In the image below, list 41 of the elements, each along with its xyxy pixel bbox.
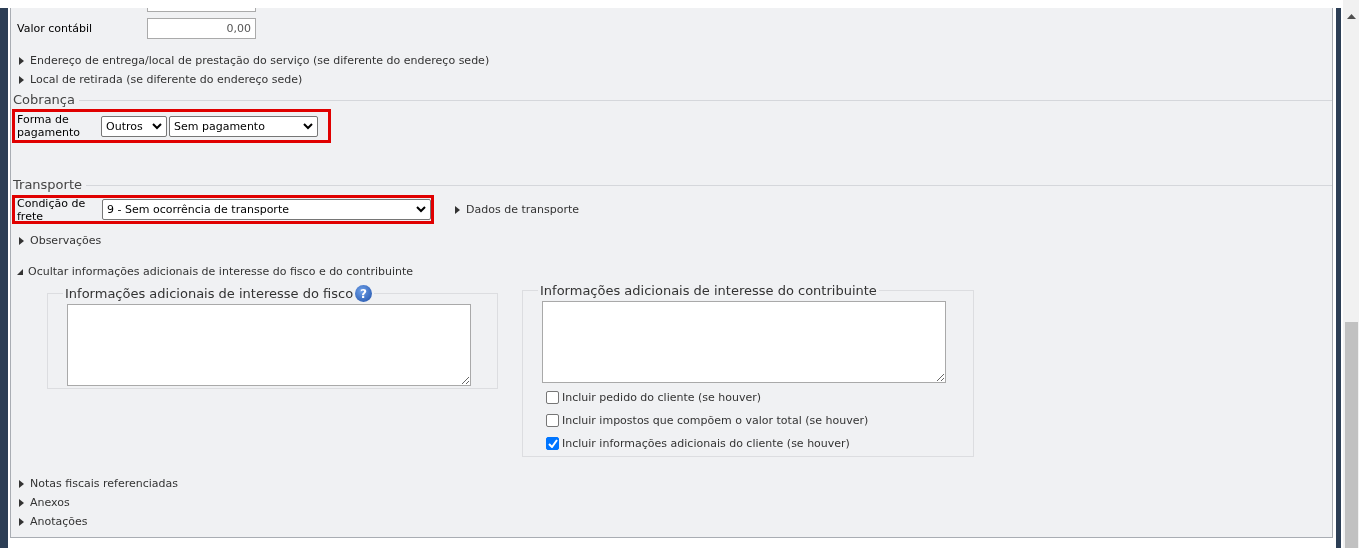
section-title: Cobrança bbox=[13, 92, 75, 107]
checkbox[interactable] bbox=[546, 391, 559, 404]
checkbox-label: Incluir impostos que compõem o valor total (se houver) bbox=[562, 414, 869, 427]
input-field[interactable]: 0,00 bbox=[147, 18, 256, 39]
checkbox[interactable] bbox=[546, 414, 559, 427]
triangle-down-icon bbox=[17, 267, 23, 276]
freight-dropdown[interactable]: 9 - Sem ocorrência de transporte bbox=[102, 199, 431, 220]
triangle-right-icon bbox=[19, 498, 25, 507]
input-field[interactable] bbox=[147, 8, 256, 12]
arrow-up-icon[interactable] bbox=[1346, 14, 1356, 19]
section-toggle[interactable]: Dados de transporte bbox=[455, 203, 579, 216]
checkbox-label: Incluir pedido do cliente (se houver) bbox=[562, 391, 762, 404]
triangle-right-icon bbox=[19, 517, 25, 526]
chevron-down-icon bbox=[416, 206, 426, 213]
section-title: Transporte bbox=[13, 177, 82, 192]
section-toggle[interactable]: Anotações bbox=[19, 515, 88, 528]
section-toggle[interactable]: Local de retirada (se diferente do endereço sede) bbox=[19, 73, 303, 86]
triangle-right-icon bbox=[19, 75, 25, 84]
panel-title: Informações adicionais de interesse do fisco bbox=[65, 286, 354, 301]
section-toggle[interactable]: Observações bbox=[19, 234, 102, 247]
field-label: Forma de pagamento bbox=[16, 113, 81, 139]
payment-method-dropdown[interactable]: Sem pagamento bbox=[169, 115, 318, 137]
triangle-right-icon bbox=[19, 56, 25, 65]
triangle-right-icon bbox=[19, 479, 25, 488]
field-label: Valor contábil bbox=[16, 22, 94, 35]
chevron-down-icon bbox=[152, 122, 162, 130]
payment-type-dropdown[interactable]: Outros bbox=[101, 115, 167, 137]
text-area[interactable] bbox=[67, 304, 471, 386]
section-toggle[interactable]: Endereço de entrega/local de prestação do serviço (se diferente do endereço sede) bbox=[19, 54, 490, 67]
triangle-right-icon bbox=[455, 205, 461, 214]
scrollbar[interactable] bbox=[1343, 0, 1359, 548]
text-area[interactable] bbox=[542, 301, 946, 383]
section-toggle[interactable]: Notas fiscais referenciadas bbox=[19, 477, 178, 490]
field-label: Condição de frete bbox=[16, 196, 87, 223]
section-toggle[interactable]: Ocultar informações adicionais de interesse do fisco e do contribuinte bbox=[17, 265, 414, 278]
checkbox[interactable] bbox=[546, 437, 559, 450]
panel-title: Informações adicionais de interesse do contribuinte bbox=[540, 283, 877, 298]
checkbox-label: Incluir informações adicionais do cliente (se houver) bbox=[562, 437, 850, 450]
section-toggle[interactable]: Anexos bbox=[19, 496, 70, 509]
chevron-down-icon bbox=[303, 122, 313, 130]
triangle-right-icon bbox=[19, 236, 25, 245]
